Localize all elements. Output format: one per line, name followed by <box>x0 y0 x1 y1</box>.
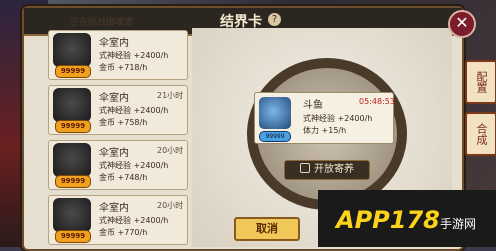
selected-card-name: 斗鱼 <box>303 100 323 111</box>
card-time: 20小时 <box>157 201 184 210</box>
card-time: 21小时 <box>157 91 184 100</box>
card-gold: 金币 +718/h <box>99 63 148 72</box>
config-button[interactable]: 配置 <box>465 60 496 104</box>
level-badge: 99999 <box>55 65 91 78</box>
card-exp: 式神经验 +2400/h <box>99 106 169 115</box>
notice-text: 正在挑战御魂寄 <box>70 18 134 28</box>
card-time: 20小时 <box>157 146 184 155</box>
selected-card-stamina: 体力 +15/h <box>303 126 347 135</box>
close-icon[interactable]: ✕ <box>448 10 476 38</box>
card-name: 伞室内 <box>99 148 129 159</box>
card-name: 伞室内 <box>99 93 129 104</box>
level-badge: 99999 <box>55 230 91 243</box>
list-item[interactable]: 99999 伞室内 20小时 式神经验 +2400/h 金币 +748/h <box>48 140 188 190</box>
watermark-sub: 手游网 <box>440 217 477 231</box>
card-list[interactable]: 99999 伞室内 式神经验 +2400/h 金币 +718/h 99999 伞… <box>48 30 188 247</box>
level-badge: 99999 <box>55 175 91 188</box>
shikigami-avatar <box>53 143 91 177</box>
shikigami-avatar <box>259 97 291 129</box>
shikigami-avatar <box>53 198 91 232</box>
open-foster-button[interactable]: 开放寄养 <box>284 160 370 180</box>
countdown-timer: 05:48:53 <box>359 97 395 106</box>
open-foster-label: 开放寄养 <box>314 164 354 175</box>
card-exp: 式神经验 +2400/h <box>99 51 169 60</box>
card-exp: 式神经验 +2400/h <box>99 216 169 225</box>
card-gold: 金币 +758/h <box>99 118 148 127</box>
list-item[interactable]: 99999 伞室内 21小时 式神经验 +2400/h 金币 +758/h <box>48 85 188 135</box>
card-gold: 金币 +748/h <box>99 173 148 182</box>
card-exp: 式神经验 +2400/h <box>99 161 169 170</box>
shikigami-avatar <box>53 33 91 67</box>
list-item[interactable]: 99999 伞室内 式神经验 +2400/h 金币 +718/h <box>48 30 188 80</box>
level-badge: 99999 <box>55 120 91 133</box>
combine-button[interactable]: 合成 <box>465 112 496 156</box>
card-name: 伞室内 <box>99 38 129 49</box>
lock-icon <box>300 163 310 173</box>
card-gold: 金币 +770/h <box>99 228 148 237</box>
cancel-button[interactable]: 取消 <box>234 217 300 241</box>
level-badge: 99999 <box>259 131 291 142</box>
card-name: 伞室内 <box>99 203 129 214</box>
selected-card-exp: 式神经验 +2400/h <box>303 114 373 123</box>
shikigami-avatar <box>53 88 91 122</box>
list-item[interactable]: 99999 伞室内 20小时 式神经验 +2400/h 金币 +770/h <box>48 195 188 245</box>
watermark-logo: APP178 <box>336 206 440 234</box>
selected-card[interactable]: 99999 斗鱼 05:48:53 式神经验 +2400/h 体力 +15/h <box>254 92 395 144</box>
